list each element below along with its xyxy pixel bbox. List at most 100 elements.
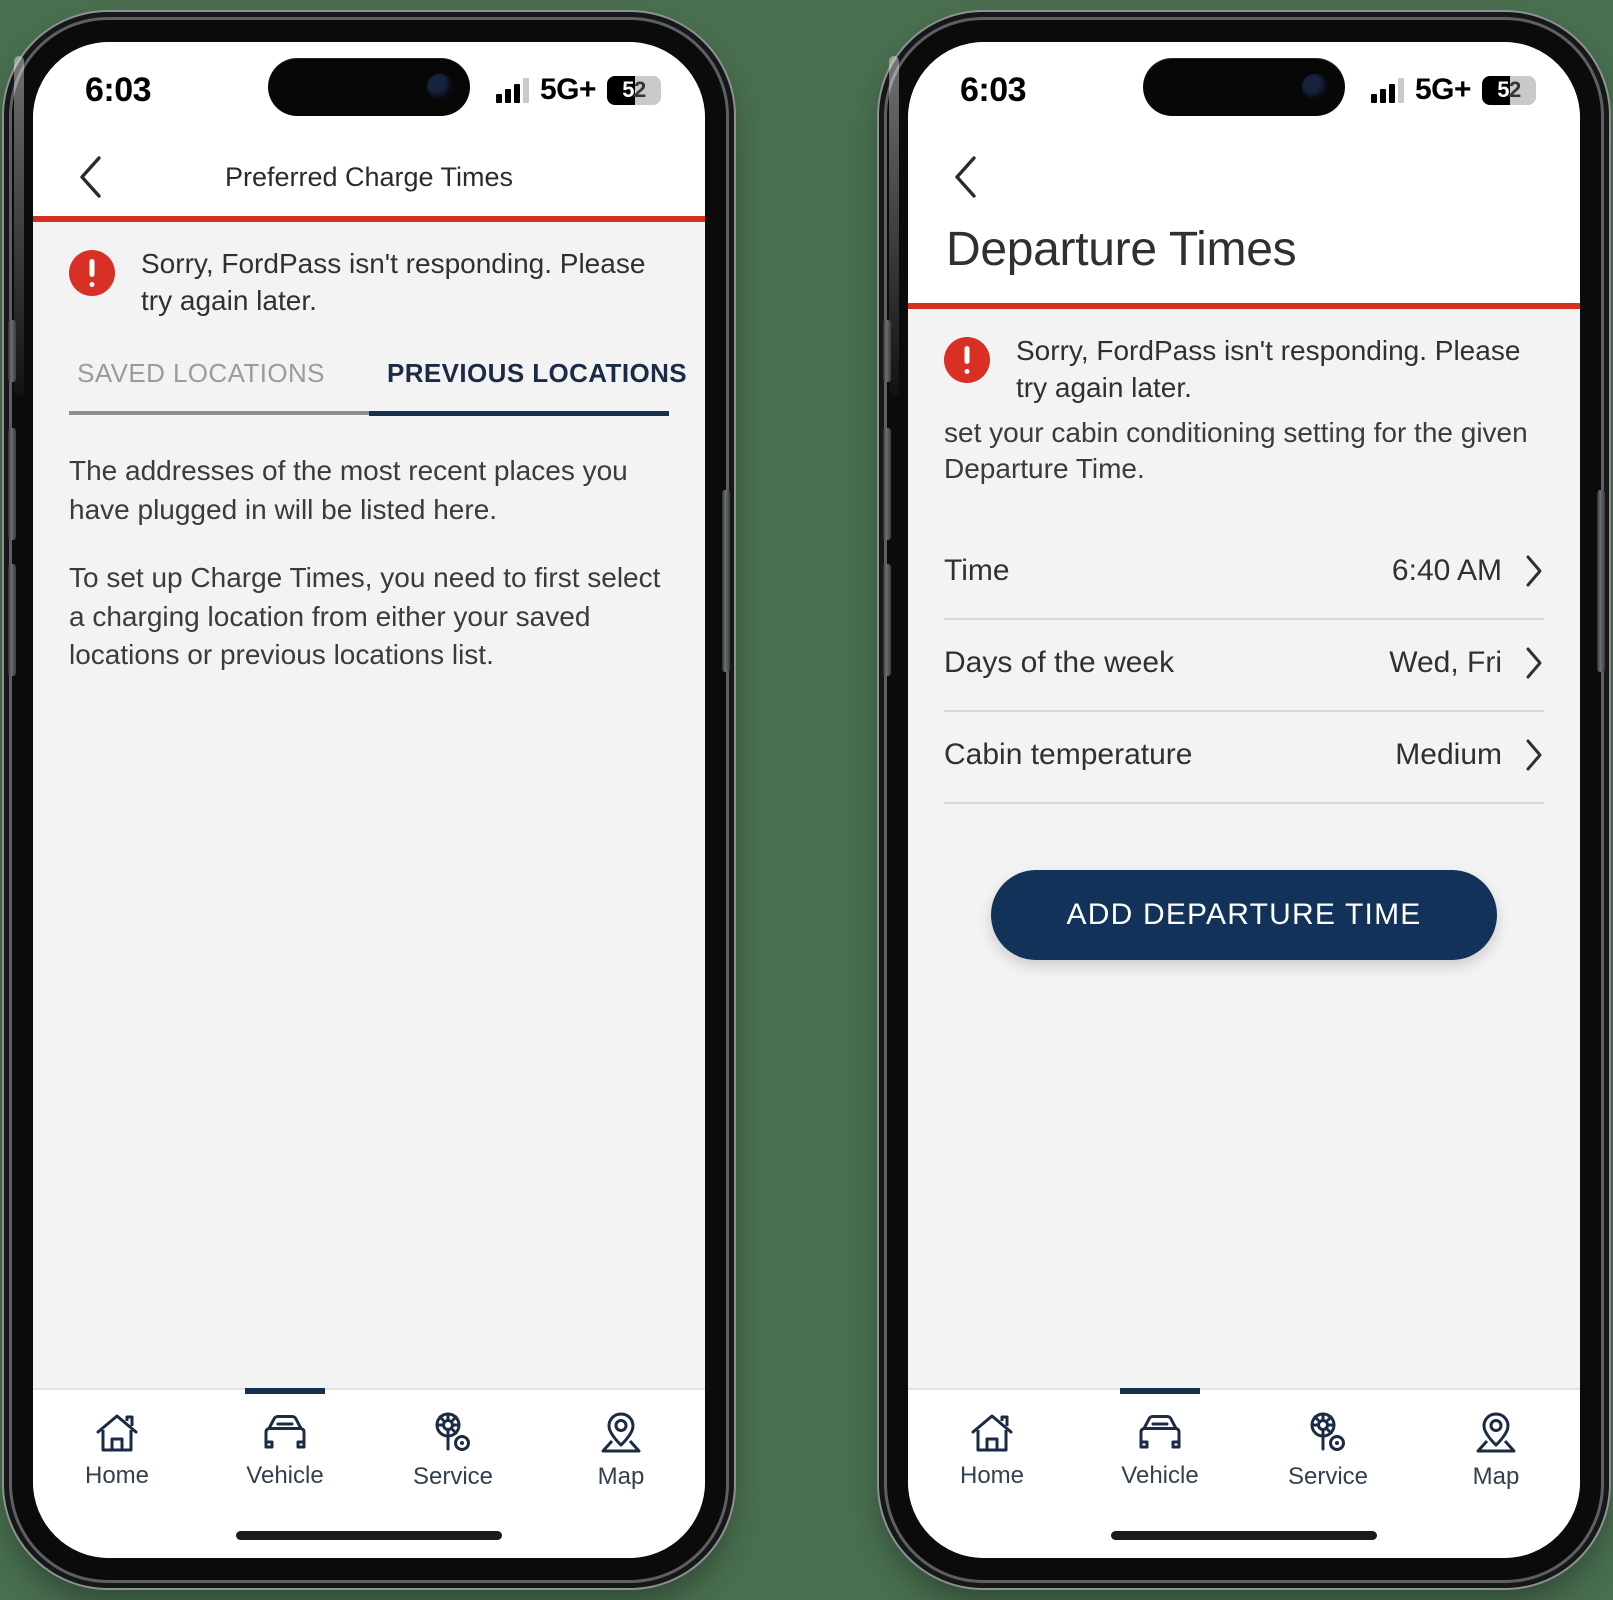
- tabbar-label-service: Service: [412, 1463, 494, 1490]
- status-clock: 6:03: [85, 70, 152, 109]
- battery-icon: 52: [607, 75, 661, 105]
- page-title: Preferred Charge Times: [224, 161, 514, 192]
- phone-right: 6:03 5G+ 52 Departure Times Sorry, FordP…: [883, 20, 1605, 1580]
- error-exclamation-icon: [69, 250, 115, 296]
- car-icon: [1134, 1412, 1186, 1454]
- tabbar-item-home[interactable]: Home: [908, 1390, 1076, 1512]
- wrench-gear-icon: [1304, 1411, 1352, 1455]
- tabbar-label-home: Home: [84, 1462, 150, 1489]
- tabbar-item-service[interactable]: Service: [1244, 1390, 1412, 1512]
- volume-up-button[interactable]: [883, 428, 891, 540]
- front-camera-icon: [1302, 74, 1328, 100]
- tab-rule-active: [369, 410, 669, 416]
- bottom-tab-bar: Home Vehicle Service Map: [908, 1388, 1580, 1512]
- tab-previous-locations[interactable]: PREVIOUS LOCATIONS: [369, 350, 705, 411]
- tabbar-item-home[interactable]: Home: [33, 1390, 201, 1512]
- page-title: Departure Times: [908, 216, 1580, 303]
- tabbar-item-service[interactable]: Service: [369, 1390, 537, 1512]
- tab-rule-inactive: [69, 410, 369, 415]
- error-banner: Sorry, FordPass isn't responding. Please…: [33, 222, 705, 326]
- home-indicator-area: [908, 1512, 1580, 1558]
- row-days-of-week[interactable]: Days of the week Wed, Fri: [944, 620, 1544, 712]
- volume-up-button[interactable]: [8, 428, 16, 540]
- tabbar-item-vehicle[interactable]: Vehicle: [1076, 1388, 1244, 1512]
- empty-state-paragraph-1: The addresses of the most recent places …: [69, 454, 628, 525]
- empty-state-copy: The addresses of the most recent places …: [33, 416, 705, 675]
- map-pin-icon: [598, 1411, 644, 1455]
- status-bar: 6:03 5G+ 52: [33, 42, 705, 138]
- tabbar-label-map: Map: [597, 1463, 645, 1490]
- action-button[interactable]: [8, 320, 16, 382]
- row-value: Wed, Fri: [1389, 645, 1502, 679]
- home-icon: [94, 1412, 140, 1454]
- chevron-left-icon: [951, 154, 981, 200]
- tabbar-label-vehicle: Vehicle: [1121, 1462, 1199, 1489]
- empty-state-paragraph-2: To set up Charge Times, you need to firs…: [69, 562, 661, 671]
- chevron-right-icon: [1524, 738, 1544, 772]
- dynamic-island: [1143, 58, 1345, 116]
- description-text: set your cabin conditioning setting for …: [944, 416, 1528, 485]
- chevron-left-icon: [76, 154, 106, 200]
- row-label: Time: [944, 553, 1010, 587]
- back-button[interactable]: [942, 153, 990, 201]
- tabbar-label-vehicle: Vehicle: [246, 1462, 324, 1489]
- back-button[interactable]: [67, 153, 115, 201]
- volume-down-button[interactable]: [8, 564, 16, 676]
- tabbar-item-map[interactable]: Map: [537, 1390, 705, 1512]
- row-value: 6:40 AM: [1391, 553, 1502, 587]
- row-label: Days of the week: [944, 645, 1175, 679]
- cellular-bars-icon: [495, 77, 529, 103]
- phone-screen-left: 6:03 5G+ 52 Preferred Charge Times Sorry…: [33, 42, 705, 1558]
- tabbar-label-map: Map: [1472, 1463, 1520, 1490]
- network-label: 5G+: [1414, 73, 1472, 106]
- home-indicator-area: [33, 1512, 705, 1558]
- error-message: Sorry, FordPass isn't responding. Please…: [1016, 335, 1521, 403]
- power-button[interactable]: [722, 490, 730, 672]
- error-message: Sorry, FordPass isn't responding. Please…: [141, 248, 646, 316]
- car-icon: [259, 1412, 311, 1454]
- chevron-right-icon: [1524, 554, 1544, 588]
- home-indicator[interactable]: [1111, 1530, 1377, 1540]
- content-area-right: Sorry, FordPass isn't responding. Please…: [908, 309, 1580, 1388]
- error-banner: Sorry, FordPass isn't responding. Please…: [908, 309, 1580, 413]
- location-tabs: SAVED LOCATIONS PREVIOUS LOCATIONS: [33, 350, 705, 411]
- tabbar-label-home: Home: [959, 1462, 1025, 1489]
- status-icons: 5G+ 52: [1370, 73, 1536, 107]
- chevron-right-icon: [1524, 646, 1544, 680]
- map-pin-icon: [1473, 1411, 1519, 1455]
- status-bar: 6:03 5G+ 52: [908, 42, 1580, 138]
- home-icon: [969, 1412, 1015, 1454]
- bottom-tab-bar: Home Vehicle Service Map: [33, 1388, 705, 1512]
- row-time[interactable]: Time 6:40 AM: [944, 528, 1544, 620]
- row-cabin-temperature[interactable]: Cabin temperature Medium: [944, 712, 1544, 804]
- row-value: Medium: [1395, 737, 1502, 771]
- tabbar-label-service: Service: [1287, 1463, 1369, 1490]
- status-clock: 6:03: [960, 70, 1027, 109]
- front-camera-icon: [427, 74, 453, 100]
- phone-left: 6:03 5G+ 52 Preferred Charge Times Sorry…: [8, 20, 730, 1580]
- dynamic-island: [268, 58, 470, 116]
- tabbar-item-vehicle[interactable]: Vehicle: [201, 1388, 369, 1512]
- battery-percent: 52: [622, 77, 646, 102]
- screenshot-stage: 6:03 5G+ 52 Preferred Charge Times Sorry…: [0, 0, 1613, 1600]
- battery-percent: 52: [1497, 77, 1521, 102]
- nav-bar: Preferred Charge Times: [33, 138, 705, 216]
- cta-area: ADD DEPARTURE TIME: [908, 869, 1580, 960]
- cellular-bars-icon: [1370, 77, 1404, 103]
- nav-bar: [908, 138, 1580, 216]
- power-button[interactable]: [1597, 490, 1605, 672]
- action-button[interactable]: [883, 320, 891, 382]
- wrench-gear-icon: [429, 1411, 477, 1455]
- phone-screen-right: 6:03 5G+ 52 Departure Times Sorry, FordP…: [908, 42, 1580, 1558]
- row-label: Cabin temperature: [944, 737, 1193, 771]
- content-area-left: Sorry, FordPass isn't responding. Please…: [33, 222, 705, 1388]
- tabbar-item-map[interactable]: Map: [1412, 1390, 1580, 1512]
- status-icons: 5G+ 52: [495, 73, 661, 107]
- add-departure-time-button[interactable]: ADD DEPARTURE TIME: [990, 869, 1498, 960]
- volume-down-button[interactable]: [883, 564, 891, 676]
- home-indicator[interactable]: [236, 1530, 502, 1540]
- tab-saved-locations[interactable]: SAVED LOCATIONS: [33, 350, 369, 411]
- battery-icon: 52: [1482, 75, 1536, 105]
- settings-list: Time 6:40 AM Days of the week Wed, Fri C…: [908, 528, 1580, 804]
- network-label: 5G+: [539, 73, 597, 106]
